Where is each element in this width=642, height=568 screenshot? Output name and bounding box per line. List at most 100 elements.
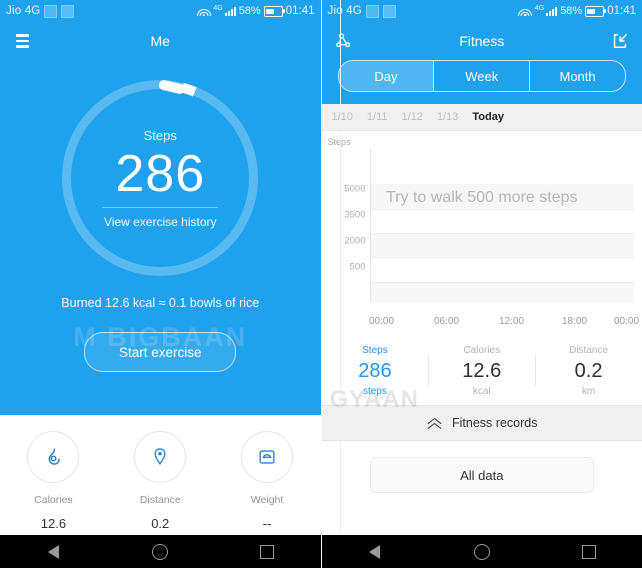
date-item[interactable]: 1/10 (332, 111, 353, 123)
back-button[interactable] (353, 535, 397, 568)
tile-value: -- (262, 516, 272, 531)
stat-value: 0.2 (574, 360, 603, 382)
stat-unit: km (581, 386, 596, 397)
all-data-button[interactable]: All data (369, 457, 594, 493)
stat-calories[interactable]: Calories 12.6 kcal (428, 345, 535, 397)
network-type-label: 4G (534, 5, 545, 12)
tile-weight[interactable]: Weight -- (214, 431, 321, 531)
clock-label: 01:41 (607, 5, 636, 17)
notification-icon-2 (61, 4, 75, 18)
chart-gridline (369, 257, 634, 259)
chart-y-axis-line (369, 149, 371, 303)
tab-day[interactable]: Day (338, 61, 435, 91)
stat-unit: steps (362, 386, 387, 397)
chart-gridline (369, 281, 634, 283)
steps-hero-section: Steps 286 View exercise history M BIGBAA… (0, 60, 321, 415)
home-button[interactable] (460, 535, 504, 568)
android-nav-bar-right (321, 535, 642, 568)
stat-label: Steps (362, 345, 388, 356)
app-bar-right: Fitness (321, 22, 642, 60)
double-chevron-up-icon (427, 417, 442, 429)
stat-distance[interactable]: Distance 0.2 km (535, 345, 642, 397)
tile-label: Weight (250, 494, 284, 506)
notification-icon-1 (44, 4, 58, 18)
date-item[interactable]: 1/12 (402, 111, 423, 123)
stat-unit: kcal (472, 386, 491, 397)
status-bar-left-group: Jio 4G (6, 4, 75, 18)
tile-label: Calories (34, 494, 73, 506)
chart-y-tick: 3500 (344, 209, 366, 221)
recents-button[interactable] (245, 535, 289, 568)
summary-stats-row: Steps 286 steps Calories 12.6 kcal Dista… (321, 337, 642, 405)
chart-x-tick: 06:00 (433, 316, 460, 327)
date-item-today[interactable]: Today (472, 111, 504, 123)
menu-button[interactable] (0, 22, 44, 60)
status-bar-right-group: 4G 58% 01:41 (196, 5, 315, 17)
page-title: Me (150, 33, 170, 49)
battery-icon (263, 5, 285, 17)
chart-x-tick: 00:00 (613, 316, 640, 327)
steps-progress-ring: Steps 286 View exercise history (62, 79, 259, 276)
network-type-label: 4G (213, 5, 223, 12)
view-exercise-history-link[interactable]: View exercise history (104, 215, 217, 229)
calories-icon-circle (27, 431, 80, 483)
notification-icon-1 (365, 4, 379, 18)
chart-gridline (369, 233, 634, 235)
start-exercise-button[interactable]: Start exercise (84, 332, 237, 372)
flame-icon (49, 448, 61, 465)
tile-distance[interactable]: Distance 0.2 (107, 431, 214, 531)
export-button[interactable] (598, 22, 642, 60)
distance-icon-circle (134, 431, 187, 483)
recents-square-icon (581, 544, 596, 559)
status-bar-right-group: 4G 58% 01:41 (518, 5, 636, 17)
chart-y-axis-label: Steps (327, 137, 351, 147)
android-nav-bar-left (0, 535, 321, 568)
period-segmented-control: Day Week Month (337, 60, 626, 92)
home-circle-icon (152, 543, 169, 560)
location-pin-icon (154, 448, 166, 465)
stat-steps[interactable]: Steps 286 steps (322, 345, 429, 397)
app-bar-left: Me (0, 22, 321, 60)
stat-label: Distance (569, 345, 609, 356)
home-button[interactable] (138, 535, 182, 568)
chart-plot-area (369, 151, 634, 303)
back-button[interactable] (31, 535, 75, 568)
left-screen-me: Jio 4G 4G 58% 01:41 Me Steps 286 View ex… (0, 0, 321, 568)
signal-bars-icon (224, 6, 236, 16)
chart-y-tick: 2000 (344, 235, 366, 247)
tab-month[interactable]: Month (530, 61, 625, 91)
battery-percent-label: 58% (560, 5, 583, 17)
all-data-section: All data (321, 0, 642, 535)
chart-overlay-message: Try to walk 500 more steps (386, 189, 578, 206)
wifi-icon (196, 6, 211, 16)
divider (102, 206, 219, 208)
date-item[interactable]: 1/13 (437, 111, 458, 123)
tile-value: 0.2 (151, 516, 170, 531)
page-title: Fitness (459, 33, 505, 49)
clock-label: 01:41 (285, 5, 315, 17)
fitness-records-button[interactable]: Fitness records (321, 405, 642, 441)
signal-bars-icon (546, 6, 558, 16)
ring-content: Steps 286 View exercise history (62, 80, 258, 276)
weight-scale-icon (259, 450, 275, 464)
tab-week[interactable]: Week (434, 61, 531, 91)
hamburger-menu-icon (15, 34, 29, 48)
stat-value: 286 (358, 360, 392, 382)
chart-x-tick: 12:00 (498, 316, 525, 327)
home-circle-icon (473, 543, 490, 560)
steps-value: 286 (115, 144, 206, 203)
tile-calories[interactable]: Calories 12.6 (0, 431, 107, 531)
tile-value: 12.6 (40, 516, 67, 531)
period-segmented-control-wrap: Day Week Month (321, 60, 642, 104)
quick-stats-tiles: Calories 12.6 Distance 0.2 Weight -- (0, 415, 321, 535)
recents-button[interactable] (567, 535, 611, 568)
date-item[interactable]: 1/11 (367, 111, 388, 123)
stat-label: Calories (463, 345, 501, 356)
weight-icon-circle (241, 431, 294, 483)
status-bar-right: Jio 4G 4G 58% 01:41 (321, 0, 642, 22)
share-button[interactable] (322, 22, 366, 60)
chart-x-tick: 00:00 (368, 316, 395, 327)
steps-chart: Steps 5000 3500 2000 500 GYAAN Try to wa… (321, 131, 642, 413)
back-triangle-icon (369, 544, 381, 559)
chart-band (369, 233, 634, 258)
